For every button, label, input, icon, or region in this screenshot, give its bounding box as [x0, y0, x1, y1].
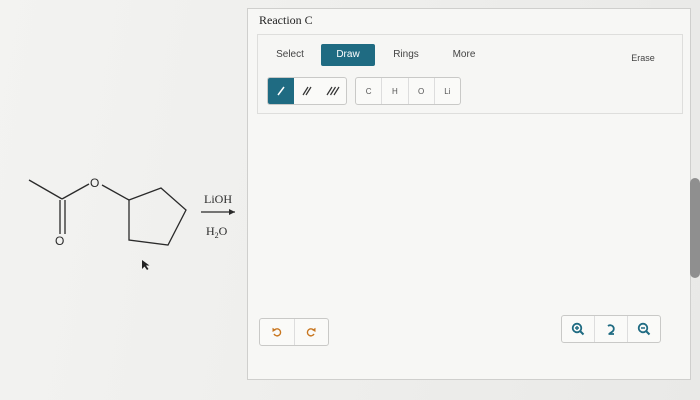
- tab-rings[interactable]: Rings: [386, 44, 426, 66]
- reaction-editor-panel: Reaction C Select Draw Rings More Erase: [247, 8, 691, 380]
- undo-icon: [272, 327, 282, 337]
- zoom-controls: [561, 315, 661, 343]
- atom-li-button[interactable]: Li: [435, 78, 460, 104]
- ester-structure: [28, 179, 187, 246]
- zoom-reset-button[interactable]: [595, 316, 628, 342]
- zoom-out-button[interactable]: [628, 316, 660, 342]
- undo-button[interactable]: [260, 319, 295, 345]
- tab-select[interactable]: Select: [270, 44, 310, 66]
- mouse-cursor-icon: [142, 260, 150, 270]
- zoom-in-button[interactable]: [562, 316, 595, 342]
- triple-bond-icon: [326, 86, 340, 96]
- reagent-bottom-o: O: [219, 224, 228, 238]
- reagent-bottom-label: H2O: [206, 224, 228, 240]
- atom-tool-group: C H O Li: [355, 77, 461, 105]
- bond-tool-group: [267, 77, 347, 105]
- redo-button[interactable]: [295, 319, 329, 345]
- erase-button[interactable]: Erase: [622, 47, 664, 69]
- history-controls: [259, 318, 329, 346]
- redo-icon: [306, 327, 316, 337]
- tab-more[interactable]: More: [444, 44, 484, 66]
- zoom-in-icon: [571, 322, 585, 336]
- tab-draw[interactable]: Draw: [321, 44, 375, 66]
- atom-c-button[interactable]: C: [356, 78, 383, 104]
- single-bond-button[interactable]: [268, 78, 294, 104]
- double-bond-button[interactable]: [294, 78, 320, 104]
- panel-title: Reaction C: [259, 13, 313, 27]
- reagent-top-label: LiOH: [204, 192, 232, 206]
- reaction-arrow-head: [229, 209, 235, 215]
- ester-oxygen-label: O: [90, 176, 99, 190]
- page-scrollbar[interactable]: [690, 178, 700, 278]
- editor-toolbar: Select Draw Rings More Erase C H O Li: [257, 34, 683, 114]
- reaction-scheme: O O LiOH H2O: [28, 176, 235, 248]
- carbonyl-oxygen-label: O: [55, 234, 64, 248]
- zoom-out-icon: [637, 322, 651, 336]
- double-bond-icon: [302, 86, 312, 96]
- triple-bond-button[interactable]: [320, 78, 346, 104]
- zoom-reset-icon: [607, 324, 615, 335]
- atom-h-button[interactable]: H: [382, 78, 409, 104]
- atom-o-button[interactable]: O: [409, 78, 435, 104]
- reagent-bottom-h: H: [206, 224, 215, 238]
- single-bond-icon: [277, 86, 285, 96]
